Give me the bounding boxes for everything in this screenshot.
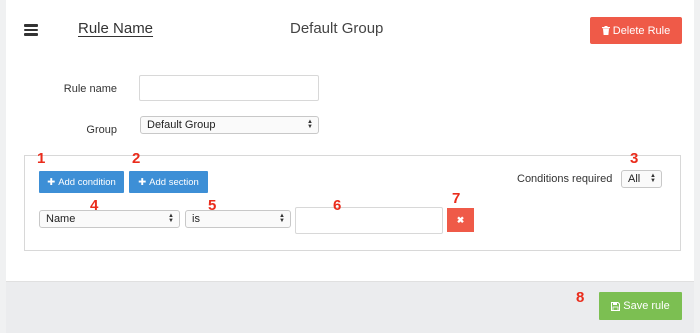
condition-operator-select[interactable]: is ▲ ▼	[185, 210, 291, 228]
rule-title[interactable]: Rule Name	[78, 20, 153, 37]
save-rule-label: Save rule	[623, 300, 670, 312]
add-section-button[interactable]: ✚ Add section	[129, 171, 208, 193]
condition-operator-value: is	[192, 213, 200, 225]
annotation-3: 3	[630, 150, 639, 167]
footer: Save rule	[6, 281, 694, 333]
condition-field-value: Name	[46, 213, 76, 225]
plus-icon: ✚	[138, 176, 147, 188]
plus-icon: ✚	[47, 176, 56, 188]
add-section-label: Add section	[149, 176, 199, 188]
rule-editor-panel: Rule Name Default Group Delete Rule Rule…	[6, 0, 694, 333]
condition-value-input[interactable]	[295, 207, 443, 234]
rule-name-input[interactable]	[139, 75, 319, 101]
rule-name-label: Rule name	[63, 83, 117, 95]
annotation-8: 8	[576, 289, 585, 306]
group-select-value: Default Group	[147, 119, 216, 131]
annotation-5: 5	[208, 197, 217, 214]
annotation-1: 1	[37, 150, 46, 167]
header: Rule Name Default Group Delete Rule	[6, 0, 694, 60]
save-rule-button[interactable]: Save rule	[599, 292, 682, 320]
floppy-disk-icon	[611, 301, 621, 311]
annotation-7: 7	[452, 190, 461, 207]
delete-rule-label: Delete Rule	[612, 24, 671, 37]
annotation-6: 6	[333, 197, 342, 214]
annotation-4: 4	[90, 197, 99, 214]
annotation-2: 2	[132, 150, 141, 167]
close-icon: ✖	[456, 214, 465, 225]
add-condition-label: Add condition	[58, 176, 116, 188]
conditions-required-label: Conditions required	[517, 173, 613, 185]
remove-condition-button[interactable]: ✖	[447, 208, 474, 232]
group-label: Group	[86, 124, 117, 136]
conditions-section: ✚ Add condition ✚ Add section Conditions…	[24, 155, 681, 251]
select-arrows-icon: ▲ ▼	[168, 213, 174, 224]
select-arrows-icon: ▲ ▼	[307, 119, 313, 130]
add-condition-button[interactable]: ✚ Add condition	[39, 171, 124, 193]
delete-rule-button[interactable]: Delete Rule	[590, 17, 682, 44]
select-arrows-icon: ▲ ▼	[279, 213, 285, 224]
conditions-required-value: All	[628, 173, 641, 185]
conditions-required-select[interactable]: All ▲ ▼	[621, 170, 662, 188]
condition-field-select[interactable]: Name ▲ ▼	[39, 210, 180, 228]
trash-icon	[601, 26, 610, 35]
hamburger-icon[interactable]	[24, 24, 38, 36]
group-select[interactable]: Default Group ▲ ▼	[140, 116, 319, 134]
group-title: Default Group	[290, 20, 384, 37]
select-arrows-icon: ▲ ▼	[650, 173, 656, 184]
